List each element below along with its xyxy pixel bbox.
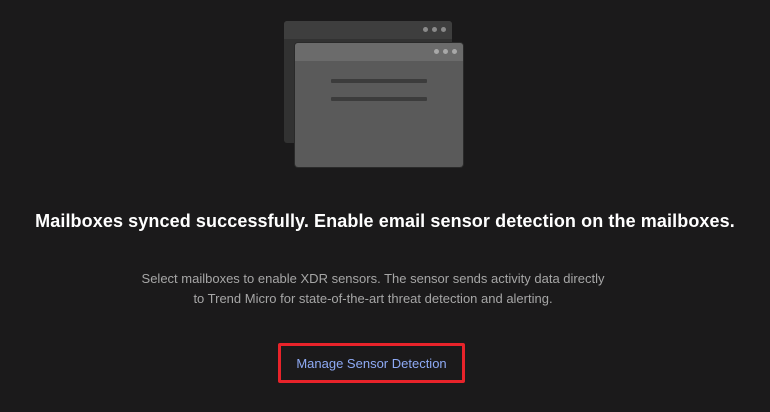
browser-windows-illustration <box>0 0 770 180</box>
placeholder-text-line <box>331 97 427 101</box>
manage-sensor-detection-link[interactable]: Manage Sensor Detection <box>296 356 446 371</box>
back-window-titlebar <box>284 21 452 39</box>
status-description: Select mailboxes to enable XDR sensors. … <box>0 269 746 309</box>
window-dots-icon <box>434 49 457 54</box>
empty-state-panel: Mailboxes synced successfully. Enable em… <box>0 0 770 412</box>
status-headline: Mailboxes synced successfully. Enable em… <box>35 211 735 231</box>
description-line: Select mailboxes to enable XDR sensors. … <box>141 271 605 286</box>
highlight-frame: Manage Sensor Detection <box>278 343 465 383</box>
description-line: to Trend Micro for state-of-the-art thre… <box>193 291 553 306</box>
front-window-titlebar <box>295 43 463 61</box>
window-dots-icon <box>423 27 446 32</box>
placeholder-text-line <box>331 79 427 83</box>
front-window-graphic <box>295 43 463 167</box>
